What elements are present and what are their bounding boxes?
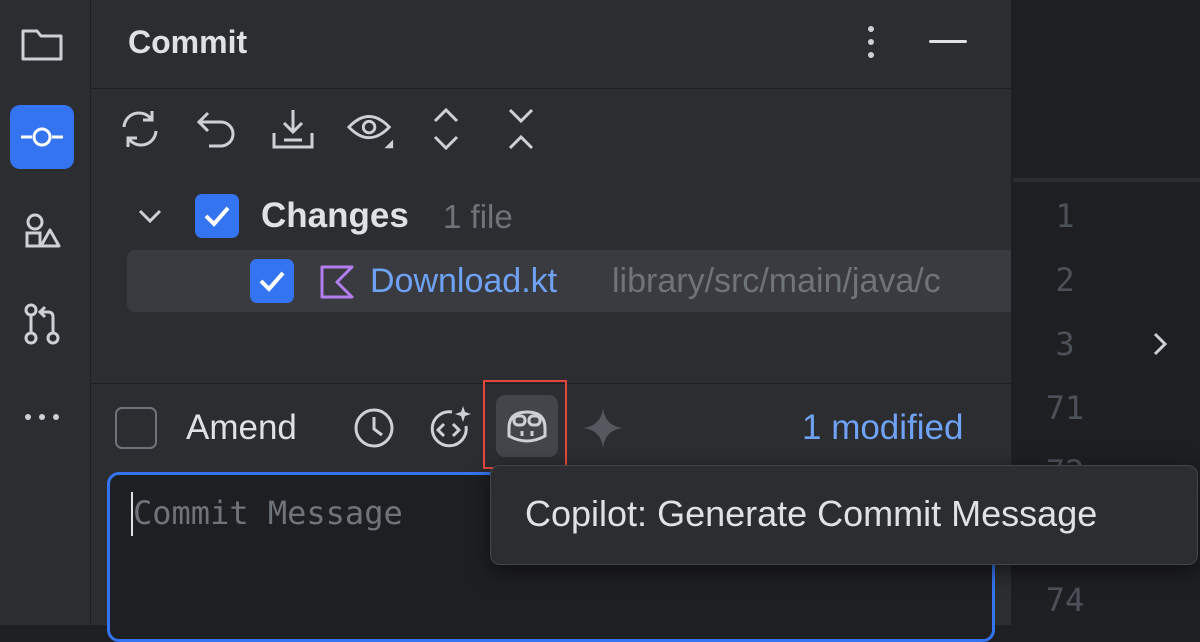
more-icon — [25, 414, 59, 420]
panel-title: Commit — [128, 24, 248, 60]
rollback-button[interactable] — [192, 104, 242, 154]
editor-tabs-area — [1013, 0, 1200, 178]
folder-icon — [21, 29, 63, 61]
minimize-button[interactable] — [929, 40, 967, 43]
refresh-button[interactable] — [115, 104, 165, 154]
copilot-highlight-frame — [483, 380, 567, 469]
line-number: 74 — [1045, 581, 1085, 619]
expand-all-button[interactable] — [421, 104, 471, 154]
commit-history-button[interactable] — [349, 403, 399, 453]
amend-label: Amend — [186, 408, 297, 447]
collapse-all-button[interactable] — [496, 104, 546, 154]
collapse-all-icon — [508, 108, 534, 150]
file-name[interactable]: Download.kt — [370, 262, 557, 301]
kebab-menu-icon[interactable] — [861, 22, 881, 62]
tooltip-text: Copilot: Generate Commit Message — [525, 493, 1098, 534]
project-button[interactable] — [10, 12, 74, 76]
structure-button[interactable] — [10, 198, 74, 262]
changes-checkbox[interactable] — [195, 194, 239, 238]
commit-icon — [21, 127, 63, 147]
changes-label: Changes — [261, 196, 409, 235]
ai-assistant-icon — [430, 406, 471, 448]
sparkle-icon — [583, 408, 623, 448]
sparkle-button[interactable] — [578, 403, 628, 453]
checkmark-icon — [204, 206, 230, 227]
line-number: 1 — [1055, 197, 1075, 235]
checkmark-icon — [259, 271, 285, 292]
commit-message-placeholder: Commit Message — [133, 494, 403, 532]
pull-requests-button[interactable] — [10, 292, 74, 356]
preview-icon — [346, 115, 394, 149]
file-checkbox[interactable] — [250, 259, 294, 303]
line-number: 3 — [1055, 325, 1075, 363]
expand-all-icon — [433, 107, 459, 151]
line-number: 2 — [1055, 261, 1075, 299]
chevron-right-icon[interactable] — [1150, 330, 1170, 358]
tool-window-strip — [0, 0, 91, 625]
modified-count-link[interactable]: 1 modified — [802, 408, 963, 448]
rollback-icon — [196, 111, 235, 148]
chevron-down-icon[interactable] — [137, 206, 163, 226]
changes-count: 1 file — [443, 198, 513, 235]
file-path: library/src/main/java/c — [612, 262, 941, 300]
more-tools-button[interactable] — [10, 385, 74, 449]
header-divider — [91, 88, 1011, 89]
shelve-icon — [272, 110, 314, 149]
refresh-icon — [122, 111, 158, 147]
pull-request-icon — [24, 303, 60, 345]
shelve-button[interactable] — [268, 104, 318, 154]
kotlin-file-icon — [320, 265, 354, 299]
preview-diff-button[interactable] — [346, 104, 396, 154]
shapes-icon — [25, 213, 61, 248]
amend-checkbox[interactable] — [115, 407, 157, 449]
ai-assistant-button[interactable] — [425, 403, 475, 453]
commit-tool-button[interactable] — [10, 105, 74, 169]
history-icon — [354, 408, 394, 448]
line-number: 71 — [1045, 389, 1085, 427]
